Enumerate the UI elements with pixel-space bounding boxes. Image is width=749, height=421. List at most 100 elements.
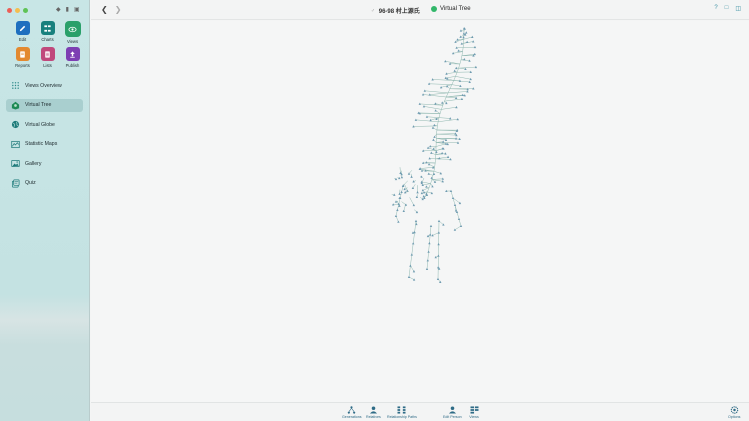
tree-node[interactable] xyxy=(430,151,433,154)
tree-node[interactable] xyxy=(410,253,413,256)
tree-node[interactable] xyxy=(471,35,474,38)
tree-node[interactable] xyxy=(425,267,429,270)
tree-node[interactable] xyxy=(429,233,432,236)
tree-node[interactable] xyxy=(416,191,419,194)
tree-node[interactable] xyxy=(455,105,458,109)
tree-node[interactable] xyxy=(453,203,457,206)
tree-node[interactable] xyxy=(433,180,437,183)
tree-node[interactable] xyxy=(426,234,430,238)
sidebar-item-gallery[interactable]: Gallery xyxy=(6,157,83,170)
toolbar-options[interactable]: Options xyxy=(728,405,740,419)
tree-node[interactable] xyxy=(425,185,428,188)
tree-node[interactable] xyxy=(437,254,440,257)
app-publish[interactable]: Publish xyxy=(60,47,85,68)
sidebar-item-views-overview[interactable]: Views Overview xyxy=(6,79,83,92)
tree-node[interactable] xyxy=(410,175,413,178)
forward-arrow-icon[interactable]: ❯ xyxy=(115,5,122,14)
person-selector[interactable]: ♂ 96-98 村上源氏 xyxy=(371,6,420,16)
tree-node[interactable] xyxy=(437,219,441,222)
tree-node[interactable] xyxy=(463,57,466,61)
tree-node[interactable] xyxy=(394,177,398,181)
tree-node[interactable] xyxy=(440,151,444,155)
close-window-button[interactable] xyxy=(7,8,12,13)
tree-node[interactable] xyxy=(422,105,426,108)
tag-icon[interactable]: ◆ xyxy=(56,6,61,13)
tree-node[interactable] xyxy=(444,59,447,63)
tree-node[interactable] xyxy=(400,175,404,179)
tree-node[interactable] xyxy=(462,32,466,35)
toolbar-edit-person[interactable]: Edit Person xyxy=(443,405,462,419)
tree-node[interactable] xyxy=(426,146,430,149)
tree-node[interactable] xyxy=(413,230,416,234)
toolbar-relationship-paths[interactable]: Relationship Paths xyxy=(387,405,417,419)
sidebar-item-virtual-tree[interactable]: Virtual Tree xyxy=(6,98,83,112)
tree-node[interactable] xyxy=(459,35,462,38)
help-icon[interactable]: ? xyxy=(714,5,717,12)
tree-node[interactable] xyxy=(462,36,465,39)
tree-node[interactable] xyxy=(396,208,399,211)
sidebar-right-icon[interactable]: ◫ xyxy=(735,5,741,12)
sidebar-item-quiz[interactable]: Quiz xyxy=(6,177,83,190)
tree-node[interactable] xyxy=(409,264,412,267)
tree-node[interactable] xyxy=(407,275,411,278)
tree-node[interactable] xyxy=(457,217,461,220)
tree-node[interactable] xyxy=(472,40,475,43)
tree-node[interactable] xyxy=(434,255,437,259)
window-icon[interactable]: □ xyxy=(725,5,729,12)
zoom-window-button[interactable] xyxy=(23,8,28,13)
tree-node[interactable] xyxy=(400,190,403,193)
tree-node[interactable] xyxy=(434,102,437,105)
back-arrow-icon[interactable]: ❮ xyxy=(101,5,108,14)
tree-node[interactable] xyxy=(427,172,430,175)
tree-node[interactable] xyxy=(457,49,460,52)
tree-node[interactable] xyxy=(434,109,437,112)
toolbar-views[interactable]: Views xyxy=(469,405,479,419)
minimize-window-button[interactable] xyxy=(15,8,20,13)
tree-node[interactable] xyxy=(404,203,408,206)
tree-node[interactable] xyxy=(465,40,469,44)
tree-node[interactable] xyxy=(437,231,440,234)
tree-node[interactable] xyxy=(456,117,459,121)
toolbar-generations[interactable]: Generations xyxy=(342,405,362,419)
tree-node[interactable] xyxy=(427,162,431,166)
app-charts[interactable]: Charts xyxy=(35,21,60,44)
app-reports[interactable]: Reports xyxy=(10,47,35,68)
tree-node[interactable] xyxy=(394,214,398,217)
tree-node[interactable] xyxy=(429,224,433,227)
bookmark-icon[interactable]: ▮ xyxy=(66,6,69,13)
app-edit[interactable]: Edit xyxy=(10,21,35,44)
toolbar-relatives[interactable]: Relatives xyxy=(366,405,381,419)
tree-node[interactable] xyxy=(436,277,440,280)
tree-node[interactable] xyxy=(414,219,418,222)
sidebar-item-virtual-globe[interactable]: Virtual Globe xyxy=(6,118,83,131)
tree-node[interactable] xyxy=(431,126,435,129)
tree-node[interactable] xyxy=(412,203,416,207)
tree-node[interactable] xyxy=(435,150,438,153)
tree-node[interactable] xyxy=(432,138,435,141)
app-lists[interactable]: Lists xyxy=(35,47,60,68)
tree-node[interactable] xyxy=(397,220,400,223)
tree-node[interactable] xyxy=(427,250,430,253)
app-views[interactable]: Views xyxy=(60,21,85,44)
tree-node[interactable] xyxy=(412,278,416,281)
sidebar-toggle-icon[interactable]: ▣ xyxy=(74,6,80,13)
tree-node[interactable] xyxy=(406,189,409,192)
tree-node[interactable] xyxy=(426,259,429,262)
tree-node[interactable] xyxy=(459,224,463,227)
tree-graph[interactable] xyxy=(91,21,749,402)
tree-node[interactable] xyxy=(473,52,476,56)
tree-node[interactable] xyxy=(433,123,436,127)
tree-node[interactable] xyxy=(458,201,462,205)
tree-node[interactable] xyxy=(437,242,440,246)
tree-node[interactable] xyxy=(428,241,431,245)
tree-node[interactable] xyxy=(415,195,419,199)
tree-node[interactable] xyxy=(446,155,450,158)
sidebar-item-statistic-maps[interactable]: Statistic Maps xyxy=(6,138,83,151)
tree-node[interactable] xyxy=(453,69,456,72)
tree-node[interactable] xyxy=(460,97,464,100)
tree-node[interactable] xyxy=(412,242,415,245)
tree-node[interactable] xyxy=(453,228,457,231)
tree-node[interactable] xyxy=(402,209,405,213)
tree-node[interactable] xyxy=(441,101,444,104)
virtual-tree-canvas[interactable] xyxy=(91,21,749,402)
